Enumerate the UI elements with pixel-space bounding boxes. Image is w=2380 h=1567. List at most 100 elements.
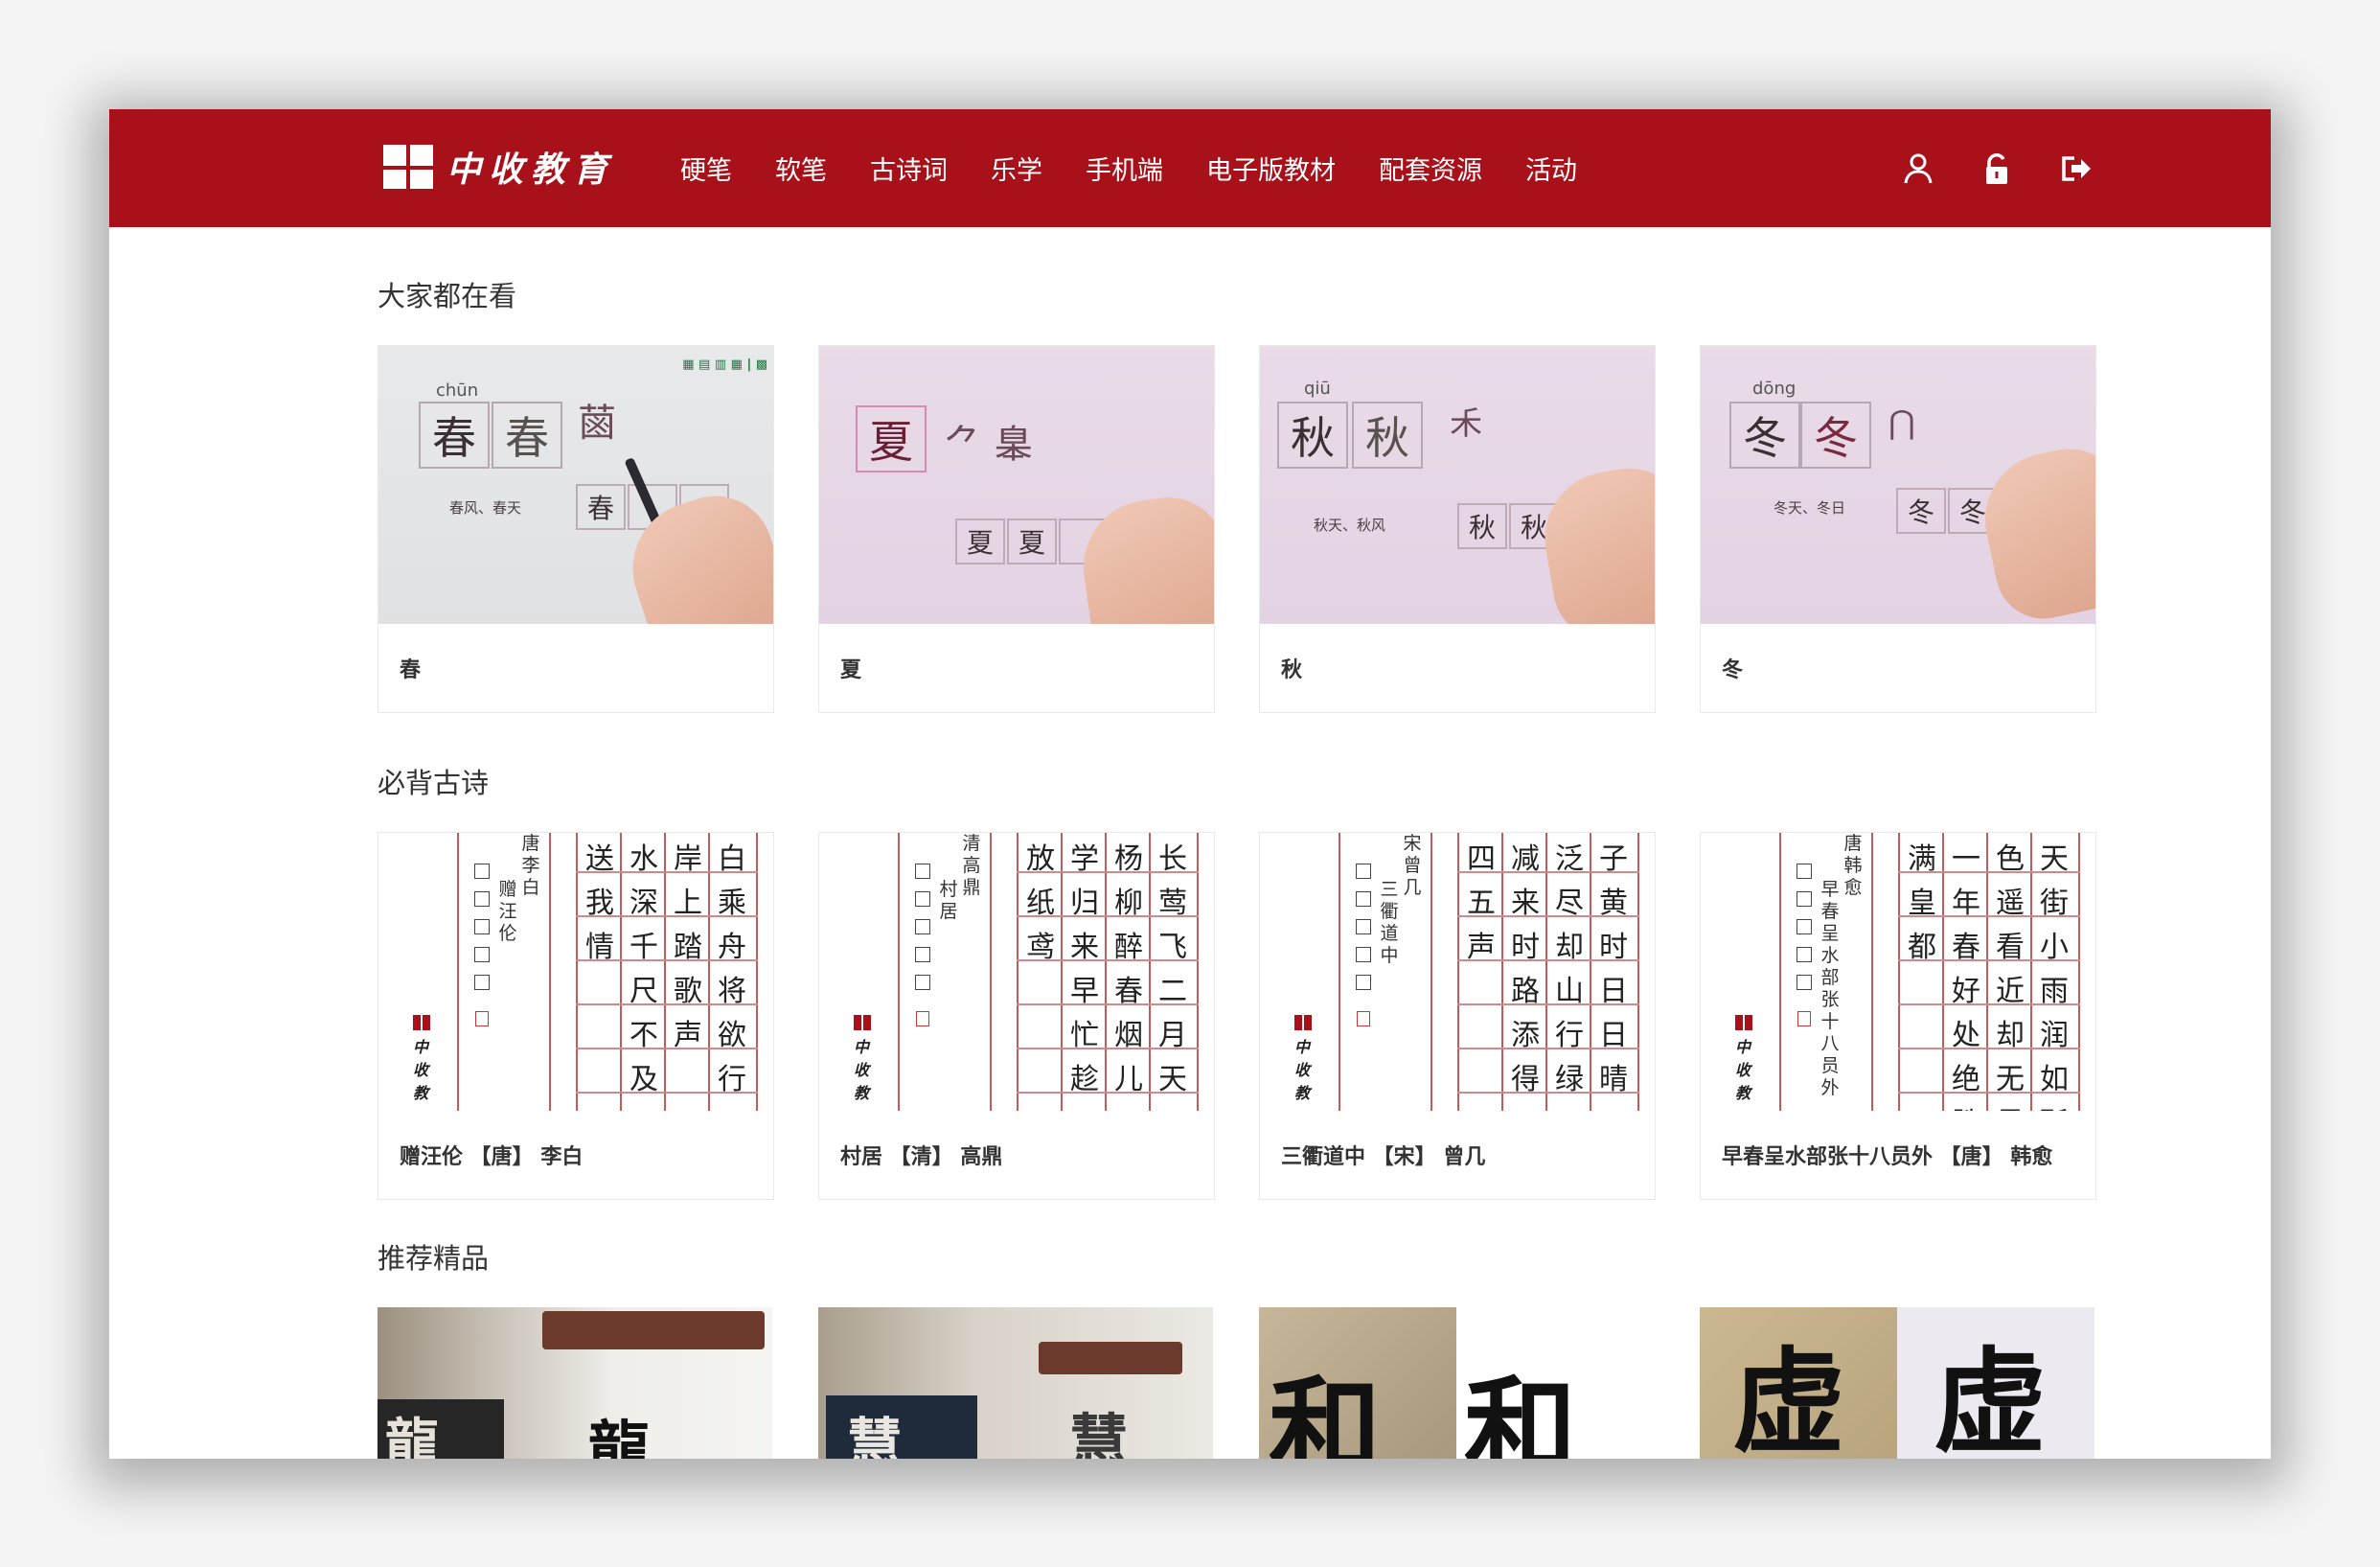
section-title-poems: 必背古诗 bbox=[378, 767, 490, 799]
poem-char: 一 bbox=[1952, 842, 1980, 876]
poem-char: 日 bbox=[1599, 1019, 1628, 1052]
trace-char: 冬 bbox=[1800, 402, 1871, 469]
poem-char: 千 bbox=[629, 931, 658, 964]
checkbox-icon bbox=[1356, 864, 1371, 879]
hand-image bbox=[1074, 490, 1214, 624]
poem-char: 最 bbox=[1988, 1099, 2032, 1111]
scroll-rod-image bbox=[542, 1311, 765, 1349]
logout-icon[interactable] bbox=[2058, 151, 2093, 186]
poem-char: 放 bbox=[1026, 842, 1055, 876]
nav-item-resources[interactable]: 配套资源 bbox=[1379, 150, 1482, 187]
poem-char: 雨 bbox=[2040, 975, 2069, 1008]
section-title-popular: 大家都在看 bbox=[378, 280, 517, 312]
card-caption: 春 bbox=[400, 658, 422, 682]
practice-char: 秋 bbox=[1457, 503, 1507, 549]
poem-card[interactable]: 中收教 宋曾几 三衢道中 子黄时日日晴 泛尽却山行绿 减来时路添得 四五声 三衢道中 【宋】… bbox=[1259, 832, 1656, 1200]
poem-char: 歌 bbox=[674, 975, 702, 1008]
poem-char: 来 bbox=[1070, 931, 1099, 964]
poem-char: 泛 bbox=[1555, 842, 1584, 876]
grid-line bbox=[898, 833, 900, 1111]
nav-item-activities[interactable]: 活动 bbox=[1525, 150, 1577, 187]
poem-char: 上 bbox=[674, 887, 702, 920]
brand-logo-icon bbox=[413, 1015, 430, 1030]
checkbox-icon bbox=[1796, 947, 1812, 962]
poem-char: 润 bbox=[2040, 1019, 2069, 1052]
video-card-winter[interactable]: dōng 冬 冬 ⋂ 冬天、冬日 冬 冬 冬 bbox=[1700, 345, 2096, 713]
video-thumbnail: ▦ ▤ ▥ ▦ | ▩ chūn 春 春 𦳊 春风、春天 春 bbox=[378, 346, 773, 624]
checkbox-icon bbox=[915, 864, 930, 879]
featured-card-wisdom[interactable]: 慧 慧 bbox=[818, 1307, 1215, 1459]
poem-char: 二 bbox=[1158, 975, 1187, 1008]
grid-line bbox=[1779, 833, 1781, 1111]
poem-char: 将 bbox=[718, 975, 746, 1008]
checkbox-icon bbox=[474, 947, 490, 962]
top-navigation-bar: 中收教育 硬笔 软笔 古诗词 乐学 手机端 电子版教材 配套资源 活动 bbox=[109, 109, 2271, 227]
unlock-icon[interactable] bbox=[1980, 151, 2014, 186]
nav-item-classical-poetry[interactable]: 古诗词 bbox=[870, 150, 948, 187]
poem-char: 尺 bbox=[629, 975, 658, 1008]
poem-char: 天 bbox=[2040, 842, 2069, 876]
card-caption: 村居 【清】 高鼎 bbox=[840, 1145, 1003, 1169]
poem-card[interactable]: 中收教 唐李白 赠汪伦 白乘舟将欲行 岸上踏歌声 水深千尺不及 送我情 赠汪伦 【唐】 李白 bbox=[378, 832, 774, 1200]
poem-char: 晴 bbox=[1599, 1063, 1628, 1096]
ancient-glyph: ⋂ bbox=[1888, 403, 1915, 442]
poem-char: 小 bbox=[2040, 931, 2069, 964]
featured-card-harmony[interactable]: 和 和 bbox=[1259, 1307, 1656, 1459]
poem-char: 飞 bbox=[1158, 931, 1187, 964]
poem-char: 色 bbox=[1996, 842, 2025, 876]
video-card-summer[interactable]: 夏 ⺈ 𦤎 夏 夏 夏 bbox=[818, 345, 1215, 713]
poem-char: 学 bbox=[1070, 842, 1099, 876]
site-logo[interactable]: 中收教育 bbox=[383, 138, 615, 196]
video-thumbnail: qiū 秋 秋 𥝌 秋天、秋风 秋 秋 bbox=[1260, 346, 1655, 624]
poem-card[interactable]: 中收教 清高鼎 村居 长莺飞二月天 杨柳醉春烟儿 学归来早忙趁 放纸鸢 村居 【清】 高鼎 bbox=[818, 832, 1215, 1200]
poem-card[interactable]: 中收教 唐韩愈早春呈水部张十八员外 天街小雨润如酥 色遥看近却无最 一年春好处绝胜 满皇都… bbox=[1700, 832, 2096, 1200]
featured-card-void[interactable]: 虚 虚 bbox=[1700, 1307, 2096, 1459]
card-caption: 早春呈水部张十八员外 【唐】 韩愈 bbox=[1722, 1145, 2053, 1169]
poem-char: 儿 bbox=[1114, 1063, 1143, 1096]
trace-char: 秋 bbox=[1352, 402, 1423, 469]
featured-card-dragon[interactable]: 龍 龍 bbox=[378, 1307, 774, 1459]
poem-char: 年 bbox=[1952, 887, 1980, 920]
practice-char: 冬 bbox=[1896, 488, 1946, 534]
poem-author-vertical: 宋曾几 bbox=[1403, 833, 1422, 898]
hand-image bbox=[1534, 459, 1655, 624]
browser-page: 中收教育 硬笔 软笔 古诗词 乐学 手机端 电子版教材 配套资源 活动 大家都在… bbox=[109, 109, 2271, 1459]
nav-item-e-textbook[interactable]: 电子版教材 bbox=[1206, 150, 1336, 187]
nav-item-soft-brush[interactable]: 软笔 bbox=[775, 150, 827, 187]
example-words: 冬天、冬日 bbox=[1774, 499, 1846, 517]
logo-text: 中收教育 bbox=[446, 150, 616, 190]
poem-char: 杨 bbox=[1114, 842, 1143, 876]
poem-thumbnail: 中收教 清高鼎 村居 长莺飞二月天 杨柳醉春烟儿 学归来早忙趁 放纸鸢 bbox=[819, 833, 1214, 1111]
poem-title-vertical: 三衢道中 bbox=[1380, 879, 1399, 966]
grid-line bbox=[1430, 833, 1432, 1111]
poem-char: 处 bbox=[1952, 1019, 1980, 1052]
nav-item-mobile[interactable]: 手机端 bbox=[1086, 150, 1163, 187]
poem-char: 绝 bbox=[1952, 1063, 1980, 1096]
seal-stamp-icon bbox=[916, 1011, 929, 1026]
vertical-brand-text: 中收教 bbox=[1734, 1038, 1751, 1102]
poem-char: 来 bbox=[1511, 887, 1540, 920]
practice-char: 春 bbox=[576, 484, 626, 530]
section-title-featured: 推荐精品 bbox=[378, 1242, 490, 1275]
grid-line bbox=[1637, 833, 1639, 1111]
featured-thumbnail: 虚 虚 bbox=[1700, 1307, 2094, 1459]
poem-char: 胜 bbox=[1944, 1099, 1988, 1111]
hand-image bbox=[1972, 438, 2095, 624]
nav-item-hard-pen[interactable]: 硬笔 bbox=[680, 150, 732, 187]
poem-char: 绿 bbox=[1555, 1063, 1584, 1096]
vertical-brand-text: 中收教 bbox=[853, 1038, 869, 1102]
video-card-spring[interactable]: ▦ ▤ ▥ ▦ | ▩ chūn 春 春 𦳊 春风、春天 春 春 bbox=[378, 345, 774, 713]
checkbox-icon bbox=[1796, 864, 1812, 879]
poem-thumbnail: 中收教 宋曾几 三衢道中 子黄时日日晴 泛尽却山行绿 减来时路添得 四五声 bbox=[1260, 833, 1655, 1111]
poem-char: 我 bbox=[585, 887, 614, 920]
poem-char: 五 bbox=[1467, 887, 1496, 920]
poem-char: 看 bbox=[1996, 931, 2025, 964]
rubbing-char: 和 bbox=[1269, 1364, 1383, 1460]
vertical-brand-text: 中收教 bbox=[412, 1038, 428, 1102]
pinyin-label: qiū bbox=[1304, 379, 1331, 399]
video-card-autumn[interactable]: qiū 秋 秋 𥝌 秋天、秋风 秋 秋 秋 bbox=[1259, 345, 1656, 713]
nav-item-fun-learning[interactable]: 乐学 bbox=[991, 150, 1042, 187]
main-nav: 硬笔 软笔 古诗词 乐学 手机端 电子版教材 配套资源 活动 bbox=[680, 109, 1577, 227]
user-icon[interactable] bbox=[1901, 151, 1935, 186]
poem-char: 黄 bbox=[1599, 887, 1628, 920]
